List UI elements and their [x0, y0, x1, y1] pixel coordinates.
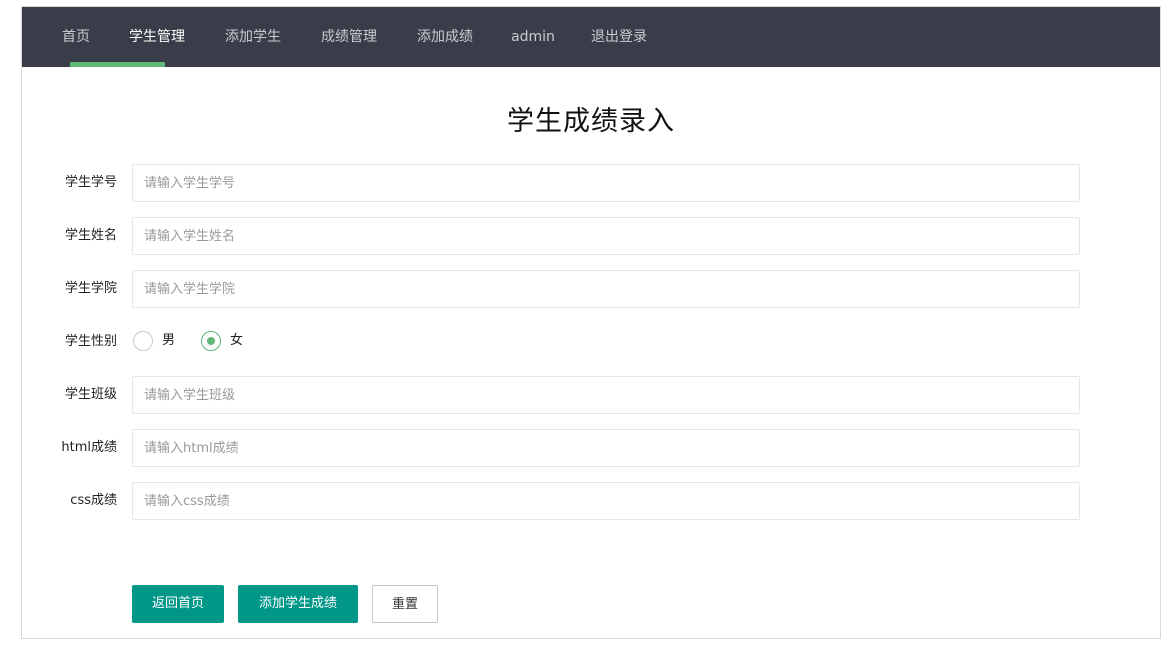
student-college-label: 学生学院	[64, 281, 117, 296]
reset-button[interactable]: 重置	[372, 585, 438, 623]
nav-item-score-management[interactable]: 成绩管理	[309, 7, 389, 67]
gender-radio-male[interactable]: 男	[133, 331, 183, 353]
nav-item-home[interactable]: 首页	[47, 7, 105, 67]
student-class-label: 学生班级	[64, 387, 117, 402]
top-navigation-bar: 首页 学生管理 添加学生 成绩管理 添加成绩 admin 退出登录	[22, 7, 1160, 67]
back-home-button[interactable]: 返回首页	[132, 585, 224, 623]
gender-radio-female[interactable]: 女	[201, 331, 251, 353]
student-id-label: 学生学号	[64, 175, 117, 190]
nav-item-admin[interactable]: admin	[502, 7, 564, 67]
nav-item-add-score[interactable]: 添加成绩	[405, 7, 485, 67]
nav-item-add-student[interactable]: 添加学生	[213, 7, 293, 67]
student-name-label: 学生姓名	[64, 228, 117, 243]
radio-dot-icon	[207, 337, 215, 345]
html-score-label: html成绩	[61, 440, 117, 455]
gender-option-male-label: 男	[162, 333, 176, 348]
main-panel: 首页 学生管理 添加学生 成绩管理 添加成绩 admin 退出登录 学生成绩录入…	[21, 6, 1161, 639]
nav-active-indicator	[70, 62, 165, 67]
student-college-input[interactable]	[132, 270, 1080, 308]
nav-item-student-management[interactable]: 学生管理	[117, 7, 197, 67]
add-score-button[interactable]: 添加学生成绩	[238, 585, 358, 623]
student-gender-label: 学生性别	[64, 334, 117, 349]
css-score-label: css成绩	[70, 493, 117, 508]
radio-checked-icon	[201, 331, 221, 351]
css-score-input[interactable]	[132, 482, 1080, 520]
student-name-input[interactable]	[132, 217, 1080, 255]
student-class-input[interactable]	[132, 376, 1080, 414]
radio-unchecked-icon	[133, 331, 153, 351]
student-id-input[interactable]	[132, 164, 1080, 202]
nav-item-logout[interactable]: 退出登录	[579, 7, 659, 67]
page-title: 学生成绩录入	[507, 106, 675, 137]
html-score-input[interactable]	[132, 429, 1080, 467]
gender-option-female-label: 女	[230, 333, 244, 348]
